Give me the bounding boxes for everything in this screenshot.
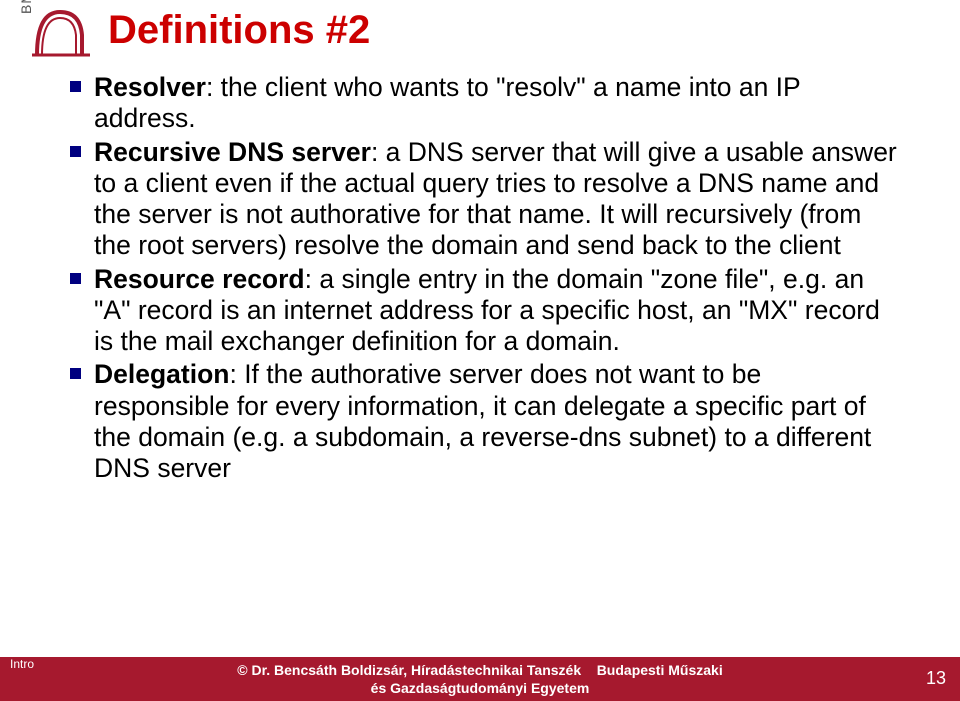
term: Recursive DNS server	[94, 137, 371, 167]
footer-uni-line2: és Gazdaságtudományi Egyetem	[371, 680, 590, 696]
footer-bar: Intro © Dr. Bencsáth Boldizsár, Híradást…	[0, 657, 960, 701]
bullet-item: Resource record: a single entry in the d…	[70, 264, 900, 358]
footer-center: © Dr. Bencsáth Boldizsár, Híradástechnik…	[0, 661, 960, 697]
term: Resolver	[94, 72, 206, 102]
term: Delegation	[94, 359, 229, 389]
bullet-item: Recursive DNS server: a DNS server that …	[70, 137, 900, 262]
term: Resource record	[94, 264, 305, 294]
footer-copyright: © Dr. Bencsáth Boldizsár, Híradástechnik…	[237, 662, 581, 678]
slide-title: Definitions #2	[108, 8, 370, 53]
bme-logo-icon	[32, 0, 92, 58]
content-area: Resolver: the client who wants to "resol…	[70, 72, 900, 486]
page-number: 13	[926, 668, 946, 689]
bullet-item: Delegation: If the authorative server do…	[70, 359, 900, 484]
bullet-marker-icon	[70, 146, 81, 157]
sidebar: BME	[0, 0, 45, 701]
bullet-marker-icon	[70, 273, 81, 284]
bullet-item: Resolver: the client who wants to "resol…	[70, 72, 900, 135]
bullet-marker-icon	[70, 368, 81, 379]
footer-uni-part1: Budapesti Műszaki	[597, 662, 723, 678]
bullet-marker-icon	[70, 81, 81, 92]
